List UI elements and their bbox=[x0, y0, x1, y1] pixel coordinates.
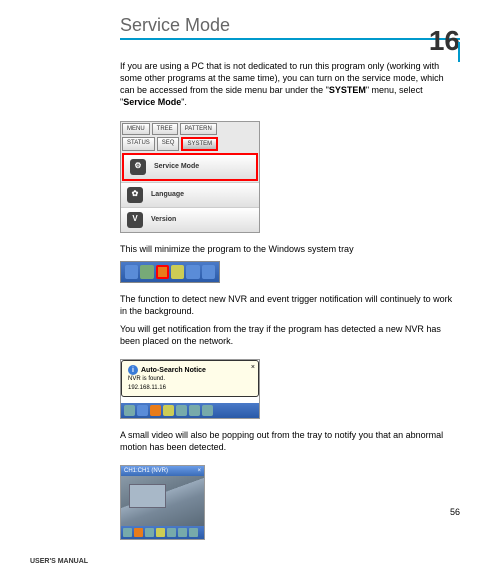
paragraph-intro: If you are using a PC that is not dedica… bbox=[120, 60, 460, 109]
tray-icon bbox=[186, 265, 199, 279]
video-frame bbox=[121, 476, 204, 526]
page-number: 56 bbox=[450, 507, 460, 517]
content-body: If you are using a PC that is not dedica… bbox=[120, 60, 460, 550]
page-title: Service Mode bbox=[120, 15, 460, 36]
balloon-tooltip: × iAuto-Search Notice NVR is found. 192.… bbox=[121, 360, 259, 396]
tray-icon bbox=[125, 265, 138, 279]
paragraph-minimize: This will minimize the program to the Wi… bbox=[120, 243, 460, 255]
footer-label: USER'S MANUAL bbox=[30, 558, 88, 565]
tray-bar bbox=[121, 403, 259, 418]
menu-item-version: V Version bbox=[121, 207, 259, 232]
menu-tab: PATTERN bbox=[180, 123, 217, 135]
screenshot-video-popup: CH1:CH1 (NVR) × bbox=[120, 465, 205, 540]
paragraph-notification: You will get notification from the tray … bbox=[120, 323, 460, 347]
tray-bar bbox=[121, 526, 204, 539]
screenshot-notification-balloon: × iAuto-Search Notice NVR is found. 192.… bbox=[120, 359, 260, 418]
divider bbox=[458, 42, 460, 62]
screenshot-system-menu: MENU TREE PATTERN STATUS SEQ SYSTEM ⚙ Se… bbox=[120, 121, 260, 233]
gear-icon: ⚙ bbox=[130, 159, 146, 175]
menu-item-language: ✿ Language bbox=[121, 182, 259, 207]
version-icon: V bbox=[127, 212, 143, 228]
tray-icon bbox=[202, 265, 215, 279]
menu-tab: MENU bbox=[122, 123, 150, 135]
paragraph-video-popup: A small video will also be popping out f… bbox=[120, 429, 460, 453]
menu-item-service-mode: ⚙ Service Mode bbox=[122, 153, 258, 181]
video-titlebar: CH1:CH1 (NVR) × bbox=[121, 466, 204, 476]
menu-tab: SEQ bbox=[157, 137, 180, 151]
tray-icon bbox=[171, 265, 184, 279]
close-icon: × bbox=[197, 467, 201, 475]
paragraph-background: The function to detect new NVR and event… bbox=[120, 293, 460, 317]
close-icon: × bbox=[251, 363, 255, 372]
menu-tab: TREE bbox=[152, 123, 178, 135]
menu-tab-system: SYSTEM bbox=[181, 137, 218, 151]
tray-icon-program bbox=[156, 265, 170, 279]
screenshot-system-tray bbox=[120, 261, 220, 283]
chapter-number: 16 bbox=[429, 25, 460, 57]
tray-icon bbox=[140, 265, 153, 279]
info-icon: i bbox=[128, 365, 138, 375]
menu-tab: STATUS bbox=[122, 137, 155, 151]
language-icon: ✿ bbox=[127, 187, 143, 203]
